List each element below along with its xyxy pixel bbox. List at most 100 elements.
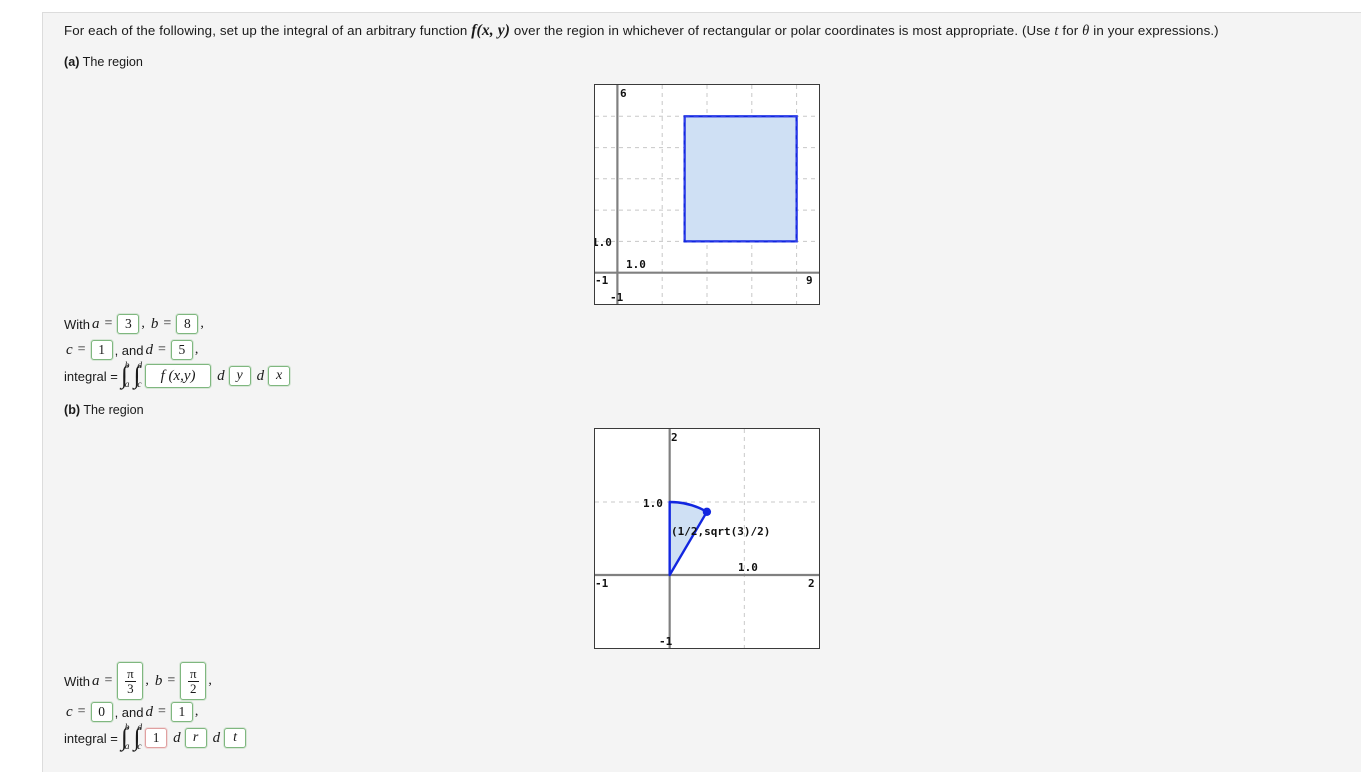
equals-b: = (167, 673, 176, 688)
comma-d: , (194, 704, 199, 719)
input-d-value[interactable]: 5 (170, 340, 193, 360)
integral-text-a: integral = (64, 368, 118, 384)
integral-sign-inner-a: ∫ d c (133, 361, 142, 391)
region-b-point-marker (702, 507, 712, 516)
fraction-b: π 2 (188, 665, 199, 696)
integral-sign-inner-b: ∫ d c (133, 723, 142, 753)
equals-d: = (158, 342, 166, 357)
svg-text:-1: -1 (659, 635, 673, 648)
part-a-prefix: (a) (64, 55, 80, 69)
differential-d-first-b: d (173, 729, 181, 746)
region-b-point-label: (1/2,sqrt(3)/2) (671, 525, 770, 538)
limit-lower-outer-a: a (124, 380, 130, 390)
input-a-value[interactable]: π 3 (117, 662, 144, 700)
comma-d: , (194, 342, 199, 357)
part-a-row-cd: c = 1 , and d = 5 , (64, 337, 292, 363)
input-variable-first-a[interactable]: y (228, 366, 251, 386)
svg-text:1.0: 1.0 (738, 561, 758, 574)
var-d-label: d (145, 341, 154, 358)
svg-text:2: 2 (671, 431, 678, 444)
limit-upper-outer-a: b (124, 361, 130, 372)
question-panel: For each of the following, set up the in… (42, 12, 1361, 772)
input-integrand-a[interactable]: f (x,y) (145, 364, 212, 388)
limit-lower-outer-b: a (124, 742, 130, 752)
svg-text:1.0: 1.0 (595, 236, 612, 249)
input-d-value[interactable]: 1 (170, 702, 193, 722)
svg-text:1.0: 1.0 (626, 258, 646, 271)
input-c-value[interactable]: 0 (90, 702, 113, 722)
svg-text:-1: -1 (610, 291, 624, 304)
svg-text:2: 2 (808, 577, 815, 590)
prompt-function-expression: f(x, y) (471, 22, 511, 39)
region-a-svg: 6 -1 1.0 9 1.0 -1 (595, 85, 819, 304)
var-b-label: b (154, 672, 163, 689)
region-a-plot: 6 -1 1.0 9 1.0 -1 (594, 84, 820, 305)
region-b-svg: 2 -1 1.0 2 1.0 -1 (1/2,sqrt(3)/2) (595, 429, 819, 648)
equals-d: = (158, 704, 166, 719)
input-b-value[interactable]: π 2 (180, 662, 207, 700)
and-text-b: , and (114, 704, 144, 720)
limit-lower-inner-b: c (137, 742, 142, 752)
region-b-sector (668, 500, 709, 577)
var-c-label: c (66, 703, 73, 720)
grid-lines (595, 429, 819, 648)
var-b-label: b (150, 315, 159, 332)
var-d-label: d (145, 703, 154, 720)
input-integrand-b[interactable]: 1 (145, 728, 168, 748)
equals-a: = (104, 316, 113, 331)
fraction-a: π 3 (125, 665, 136, 696)
part-a-text: The region (79, 55, 143, 69)
part-b-label: (b) The region (64, 403, 144, 417)
differential-d-second-a: d (256, 367, 265, 384)
integral-sign-outer-b: ∫ b a (121, 723, 130, 753)
part-a-label: (a) The region (64, 55, 143, 69)
part-b-text: The region (80, 403, 144, 417)
comma-b: , (200, 316, 204, 331)
axes (595, 429, 819, 648)
part-b-prefix: (b) (64, 403, 81, 417)
question-prompt: For each of the following, set up the in… (64, 22, 1219, 40)
limit-upper-inner-b: d (137, 723, 143, 734)
input-variable-second-a[interactable]: x (268, 366, 291, 386)
axis-tick-labels: 2 -1 1.0 2 1.0 -1 (595, 431, 815, 648)
equals-c: = (77, 342, 86, 357)
differential-d-second-b: d (212, 729, 221, 746)
equals-a: = (104, 673, 113, 688)
svg-text:-1: -1 (595, 577, 609, 590)
with-label-b: With (64, 673, 90, 689)
integral-sign-outer-a: ∫ b a (121, 361, 130, 391)
equals-c: = (77, 704, 86, 719)
svg-text:6: 6 (620, 87, 627, 100)
part-a-row-integral: integral = ∫ b a ∫ d c f (x,y) d y d x (64, 361, 292, 391)
part-b-row-cd: c = 0 , and d = 1 , (64, 699, 248, 725)
input-variable-second-b[interactable]: t (224, 728, 247, 748)
var-c-label: c (66, 341, 73, 358)
comma-a: , (145, 673, 149, 688)
limit-upper-inner-a: d (137, 361, 143, 372)
part-a-row-ab: With a = 3 , b = 8 , (64, 311, 292, 337)
prompt-text-for: for (1058, 23, 1083, 38)
region-b-plot: 2 -1 1.0 2 1.0 -1 (1/2,sqrt(3)/2) (594, 428, 820, 649)
input-variable-first-b[interactable]: r (184, 728, 207, 748)
svg-text:9: 9 (806, 274, 813, 287)
var-a-label: a (92, 315, 100, 332)
part-b-row-ab: With a = π 3 , b = π 2 , (64, 662, 248, 700)
input-a-value[interactable]: 3 (117, 314, 140, 334)
limit-upper-outer-b: b (124, 723, 130, 734)
region-a-rectangle (683, 115, 798, 243)
with-label-a: With (64, 316, 90, 332)
limit-lower-inner-a: c (137, 380, 142, 390)
comma-a: , (141, 316, 145, 331)
input-c-value[interactable]: 1 (90, 340, 113, 360)
svg-text:1.0: 1.0 (643, 497, 663, 510)
comma-b: , (208, 673, 212, 688)
prompt-text-after: over the region in whichever of rectangu… (510, 23, 1055, 38)
differential-d-first-a: d (217, 367, 225, 384)
svg-text:-1: -1 (595, 274, 609, 287)
prompt-text-before: For each of the following, set up the in… (64, 23, 472, 38)
part-b-answers: With a = π 3 , b = π 2 , c = 0 , and d =… (64, 662, 248, 753)
part-b-row-integral: integral = ∫ b a ∫ d c 1 d r d t (64, 723, 248, 753)
equals-b: = (163, 316, 172, 331)
prompt-text-end: in your expressions.) (1089, 23, 1219, 38)
input-b-value[interactable]: 8 (176, 314, 199, 334)
